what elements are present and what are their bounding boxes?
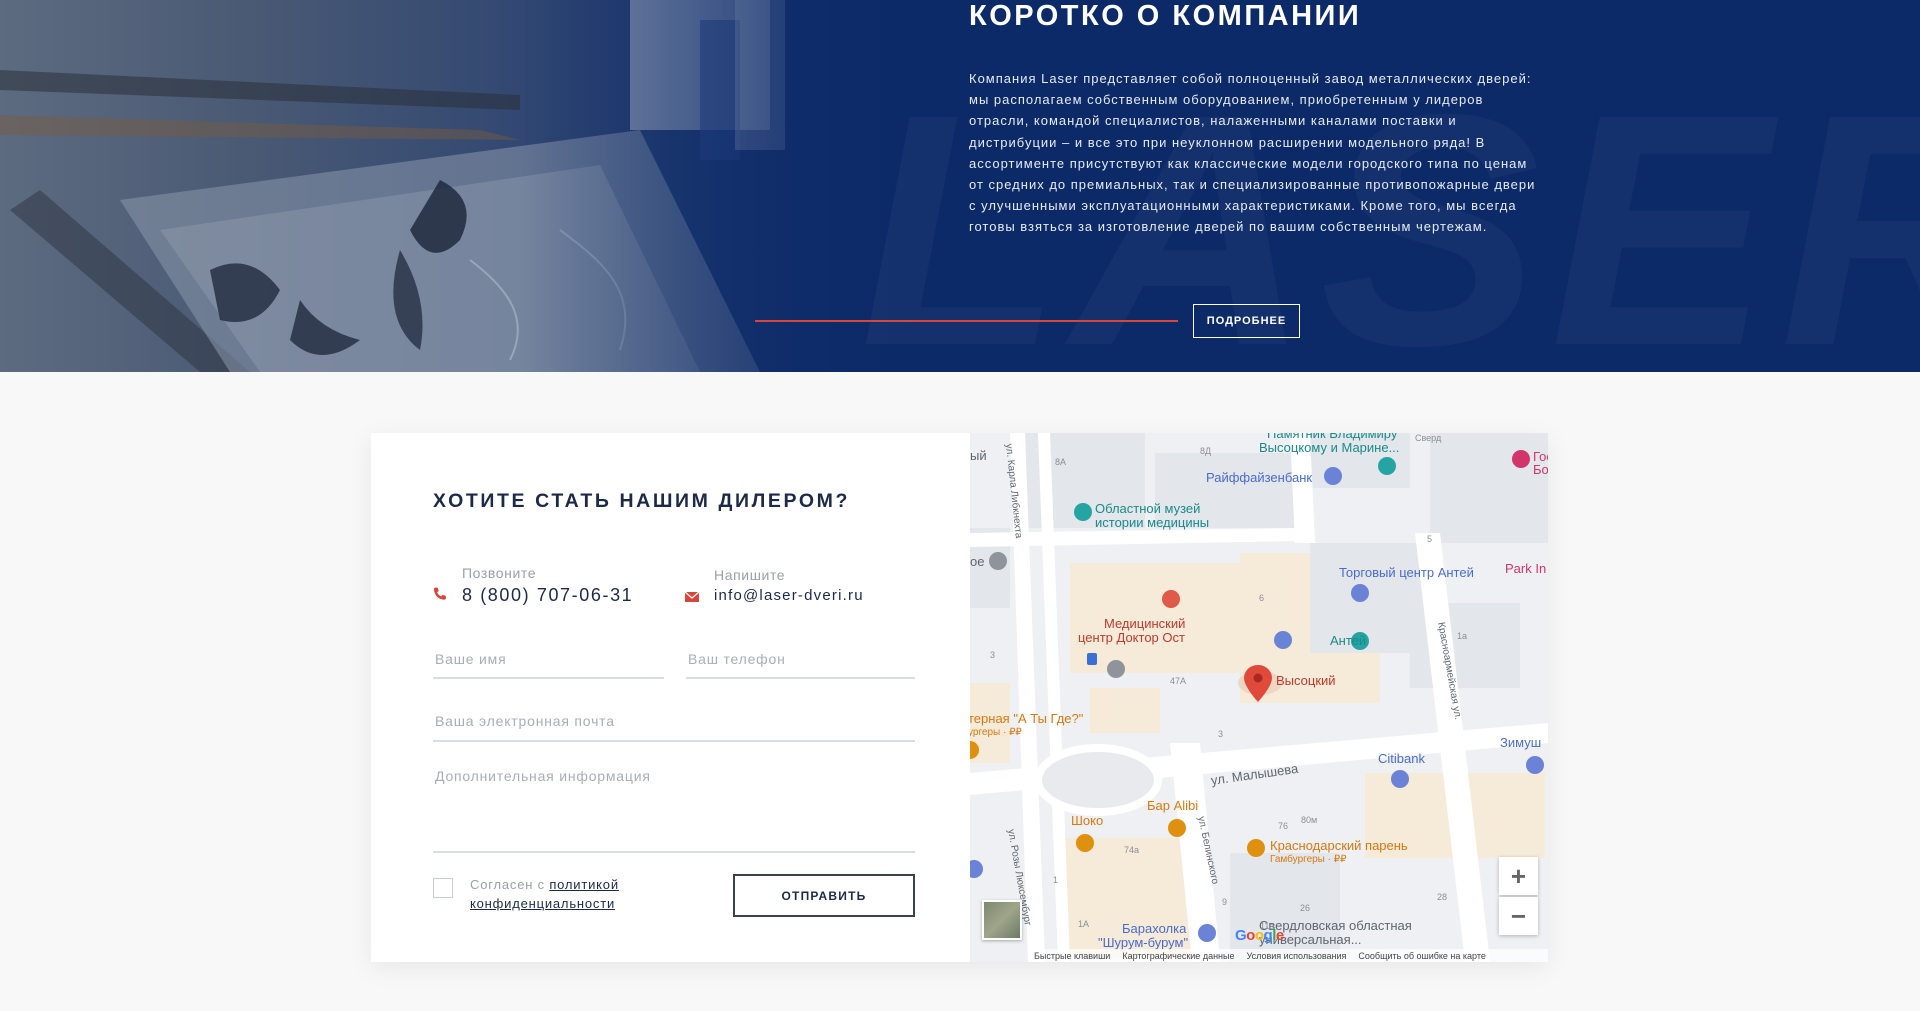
map-label-barakholka[interactable]: Барахолка xyxy=(1122,921,1186,936)
satellite-toggle[interactable] xyxy=(982,900,1022,940)
building-number: 9 xyxy=(1222,897,1228,907)
map-label-bol[interactable]: Бол xyxy=(1533,462,1548,477)
building-number: 6 xyxy=(1259,593,1265,603)
building-number: 1а xyxy=(1457,631,1468,641)
building-number: 5 xyxy=(1427,534,1433,544)
building-number: 8А xyxy=(1055,457,1067,467)
building-number: 28 xyxy=(1437,892,1448,902)
map-label-medcenter-2[interactable]: центр Доктор Ост xyxy=(1078,630,1185,645)
phone-icon xyxy=(433,587,446,600)
map-label-bar-alibi[interactable]: Бар Alibi xyxy=(1147,798,1198,813)
map-label-a-ty-gde[interactable]: терная "А Ты Где?" xyxy=(970,711,1083,726)
info-textarea[interactable] xyxy=(433,768,915,853)
map-footer-report[interactable]: Сообщить об ошибке на карте xyxy=(1358,951,1485,961)
building-number: 76 xyxy=(1278,821,1289,831)
building-number: 1А xyxy=(1078,919,1090,929)
about-text: Компания Laser представляет собой полноц… xyxy=(969,71,1536,235)
decorative-red-line xyxy=(755,320,1178,322)
phone-contact: Позвоните 8 (800) 707-06-31 xyxy=(433,565,633,606)
agree-prefix: Согласен с xyxy=(470,877,550,892)
phone-label: Позвоните xyxy=(462,565,537,581)
mail-icon xyxy=(684,591,700,602)
map-footer-terms[interactable]: Условия использования xyxy=(1247,951,1347,961)
about-section: LASER КОРОТКО О КОМПАНИИ Компания Laser … xyxy=(0,0,1920,372)
dealer-title: ХОТИТЕ СТАТЬ НАШИМ ДИЛЕРОМ? xyxy=(433,490,850,512)
zoom-out-button[interactable]: − xyxy=(1499,897,1538,935)
agree-text: Согласен с политикой конфиденциальности xyxy=(470,875,670,913)
map-label-sverd-top: Сверд xyxy=(1415,433,1442,443)
map-label-museum[interactable]: Областной музей xyxy=(1095,501,1200,516)
map-label-citibank[interactable]: Citibank xyxy=(1378,751,1425,766)
email-contact: Напишите info@laser-dveri.ru xyxy=(684,567,864,604)
map-label-krasnodar[interactable]: Краснодарский парень xyxy=(1270,838,1408,853)
email-input[interactable] xyxy=(433,710,915,742)
zoom-in-button[interactable]: + xyxy=(1499,857,1538,895)
building-number: 26 xyxy=(1300,903,1311,913)
google-map[interactable]: Памятник Владимиру Высоцкому и Марине...… xyxy=(970,433,1548,962)
building-number: 80м xyxy=(1301,815,1318,825)
map-label-partial-left: ое xyxy=(970,554,985,569)
map-label-medcenter[interactable]: Медицинский xyxy=(1104,616,1185,631)
map-label-antey-tc[interactable]: Торговый центр Антей xyxy=(1339,565,1474,580)
phone-input[interactable] xyxy=(686,648,915,679)
map-footer-shortcuts[interactable]: Быстрые клавиши xyxy=(1034,951,1110,961)
more-button[interactable]: ПОДРОБНЕЕ xyxy=(1193,304,1300,338)
phone-value[interactable]: 8 (800) 707-06-31 xyxy=(462,585,633,606)
email-label: Напишите xyxy=(714,567,786,583)
submit-button[interactable]: ОТПРАВИТЬ xyxy=(733,874,915,917)
building-number: 3 xyxy=(990,650,996,660)
google-logo: Google xyxy=(1235,927,1284,944)
building-number: 8Д xyxy=(1200,446,1212,456)
map-label-partial-top-left: ый xyxy=(970,448,987,463)
name-input[interactable] xyxy=(433,648,664,679)
map-label-monument-2[interactable]: Высоцкому и Марине... xyxy=(1259,440,1399,455)
agree-checkbox[interactable] xyxy=(433,878,453,898)
building-number: 74а xyxy=(1124,845,1140,855)
dealer-form: ХОТИТЕ СТАТЬ НАШИМ ДИЛЕРОМ? Позвоните 8 … xyxy=(371,433,970,962)
building-number: 47А xyxy=(1170,676,1187,686)
map-label-zimush[interactable]: Зимуш xyxy=(1500,735,1541,750)
map-label-shoko[interactable]: Шоко xyxy=(1071,813,1103,828)
map-label-a-ty-gde-sub: ургеры · ₽₽ xyxy=(970,727,1022,738)
map-label-park-inn[interactable]: Park In xyxy=(1505,561,1546,576)
building-number: 3 xyxy=(1218,729,1224,739)
map-label-krasnodar-sub: Гамбургеры · ₽₽ xyxy=(1270,854,1347,865)
map-label-raiffeisen[interactable]: Райффайзенбанк xyxy=(1206,470,1312,485)
about-title: КОРОТКО О КОМПАНИИ xyxy=(969,0,1362,32)
map-label-vysotsky[interactable]: Высоцкий xyxy=(1276,673,1336,688)
building-number: 1 xyxy=(1053,875,1059,885)
map-footer-data[interactable]: Картографические данные xyxy=(1122,951,1234,961)
email-value[interactable]: info@laser-dveri.ru xyxy=(714,587,864,604)
map-label-barakholka-2[interactable]: "Шурум-бурум" xyxy=(1098,935,1188,950)
map-label-museum-2[interactable]: истории медицины xyxy=(1095,515,1209,530)
map-label-antey[interactable]: Антей xyxy=(1330,633,1366,648)
map-footer: Быстрые клавиши Картографические данные … xyxy=(1030,949,1548,962)
dealer-card: ХОТИТЕ СТАТЬ НАШИМ ДИЛЕРОМ? Позвоните 8 … xyxy=(371,433,1548,962)
